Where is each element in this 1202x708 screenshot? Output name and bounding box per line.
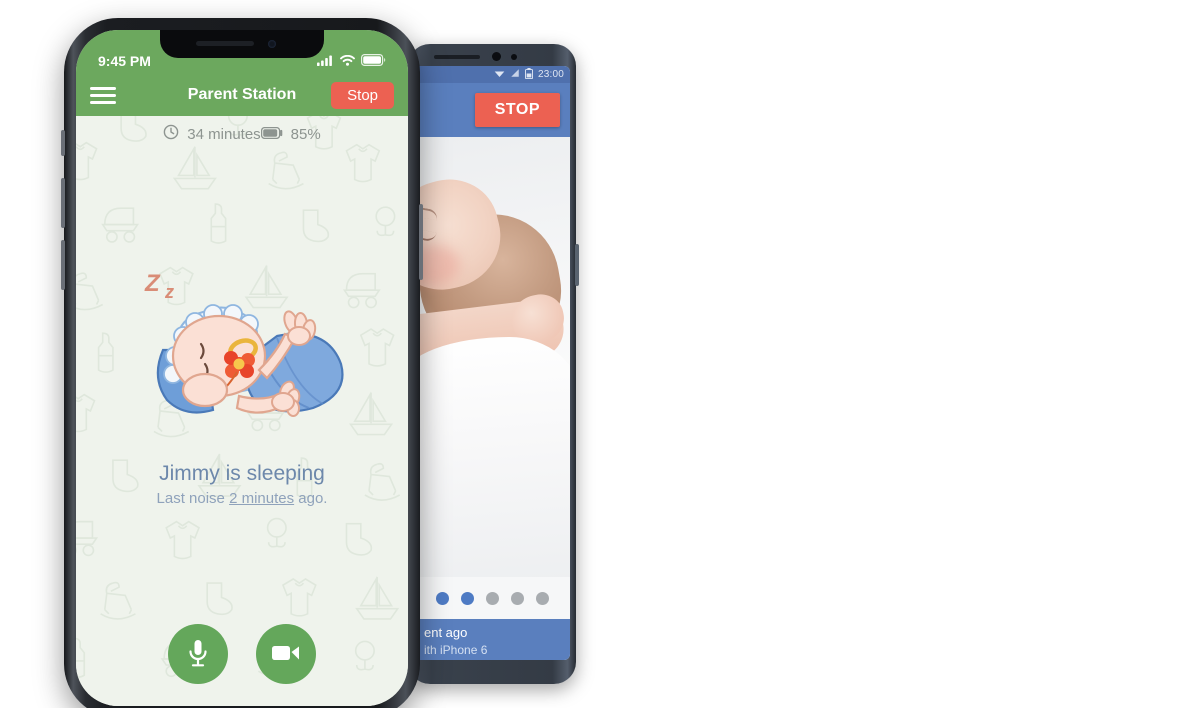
- page-dot[interactable]: [485, 591, 499, 605]
- battery-status-group: 85%: [260, 125, 321, 143]
- android-front-camera-icon: [492, 52, 501, 61]
- cellular-signal-icon: [510, 68, 520, 81]
- android-page-indicator[interactable]: [414, 577, 570, 619]
- iphone-screen: 9:45 PM Parent Station Stop 34 minutes 8…: [76, 30, 408, 706]
- sleeping-baby-illustration: Z z: [127, 270, 357, 428]
- page-dot[interactable]: [460, 591, 474, 605]
- ios-clock-label: 9:45 PM: [98, 53, 151, 69]
- iphone-notch: [160, 30, 324, 58]
- session-duration-label: 34 minutes: [187, 125, 261, 143]
- screenshot-stage: 23:00 STOP ent ago ith iPhone 6 9:45 PM …: [0, 0, 1202, 708]
- video-camera-button[interactable]: [256, 624, 316, 684]
- ios-status-icons: [317, 53, 386, 69]
- battery-icon: [524, 67, 533, 82]
- android-footer-info: ent ago ith iPhone 6: [414, 619, 570, 660]
- baby-camera-photo: [414, 137, 570, 577]
- iphone-silence-switch[interactable]: [61, 130, 65, 156]
- last-noise-prefix: Last noise: [156, 490, 230, 507]
- android-stop-button[interactable]: STOP: [474, 93, 560, 127]
- android-earpiece-speaker: [434, 55, 480, 59]
- cellular-signal-icon: [317, 53, 334, 69]
- android-footer-pairing: ith iPhone 6: [424, 643, 488, 657]
- android-footer-timestamp: ent ago: [424, 625, 468, 640]
- android-video-feed[interactable]: [414, 137, 570, 577]
- hamburger-menu-icon[interactable]: [90, 83, 116, 108]
- page-dot[interactable]: [435, 591, 449, 605]
- session-duration-group: 34 minutes: [163, 124, 261, 144]
- baby-cartoon-svg: [156, 304, 344, 417]
- sleep-status-headline: Jimmy is sleeping: [159, 462, 325, 485]
- last-noise-suffix: ago.: [294, 490, 328, 507]
- android-phone-device: 23:00 STOP ent ago ith iPhone 6: [408, 44, 579, 684]
- iphone-device: 9:45 PM Parent Station Stop 34 minutes 8…: [61, 18, 423, 708]
- iphone-power-button[interactable]: [419, 204, 423, 280]
- android-screen: 23:00 STOP ent ago ith iPhone 6: [414, 66, 570, 660]
- talk-microphone-button[interactable]: [168, 624, 228, 684]
- ios-main-body: 34 minutes 85% Z z Jimmy is sleeping Las…: [76, 105, 408, 706]
- iphone-volume-up-button[interactable]: [61, 178, 65, 228]
- android-power-button[interactable]: [575, 244, 579, 286]
- android-clock-label: 23:00: [537, 69, 564, 80]
- video-camera-icon: [271, 642, 301, 667]
- ios-session-info-bar: 34 minutes 85%: [147, 116, 336, 152]
- zzz-big-letter: Z: [145, 270, 160, 297]
- last-noise-text: Last noise 2 minutes ago.: [157, 490, 328, 507]
- ios-action-buttons: [76, 624, 408, 684]
- ios-stop-button[interactable]: Stop: [331, 81, 394, 109]
- sleep-status-text: Jimmy is sleeping Last noise 2 minutes a…: [157, 462, 328, 507]
- wifi-icon: [494, 68, 505, 82]
- android-proximity-sensor-icon: [511, 54, 517, 60]
- ios-sleep-status-panel: Z z Jimmy is sleeping Last noise 2 minut…: [76, 160, 408, 706]
- microphone-icon: [185, 638, 211, 671]
- android-status-bar: 23:00: [414, 66, 570, 83]
- page-dot[interactable]: [535, 591, 549, 605]
- battery-icon: [361, 53, 386, 69]
- wifi-icon: [340, 53, 355, 69]
- clock-icon: [163, 124, 179, 144]
- iphone-front-camera-icon: [268, 40, 276, 48]
- page-dot[interactable]: [510, 591, 524, 605]
- ios-nav-bar: Parent Station Stop: [76, 74, 408, 116]
- battery-icon: [260, 126, 283, 143]
- last-noise-link[interactable]: 2 minutes: [229, 490, 294, 507]
- iphone-volume-down-button[interactable]: [61, 240, 65, 290]
- iphone-earpiece-speaker: [196, 41, 254, 46]
- battery-percent-label: 85%: [290, 125, 321, 143]
- zzz-small-letter: z: [165, 282, 174, 302]
- android-toolbar: STOP: [414, 83, 570, 137]
